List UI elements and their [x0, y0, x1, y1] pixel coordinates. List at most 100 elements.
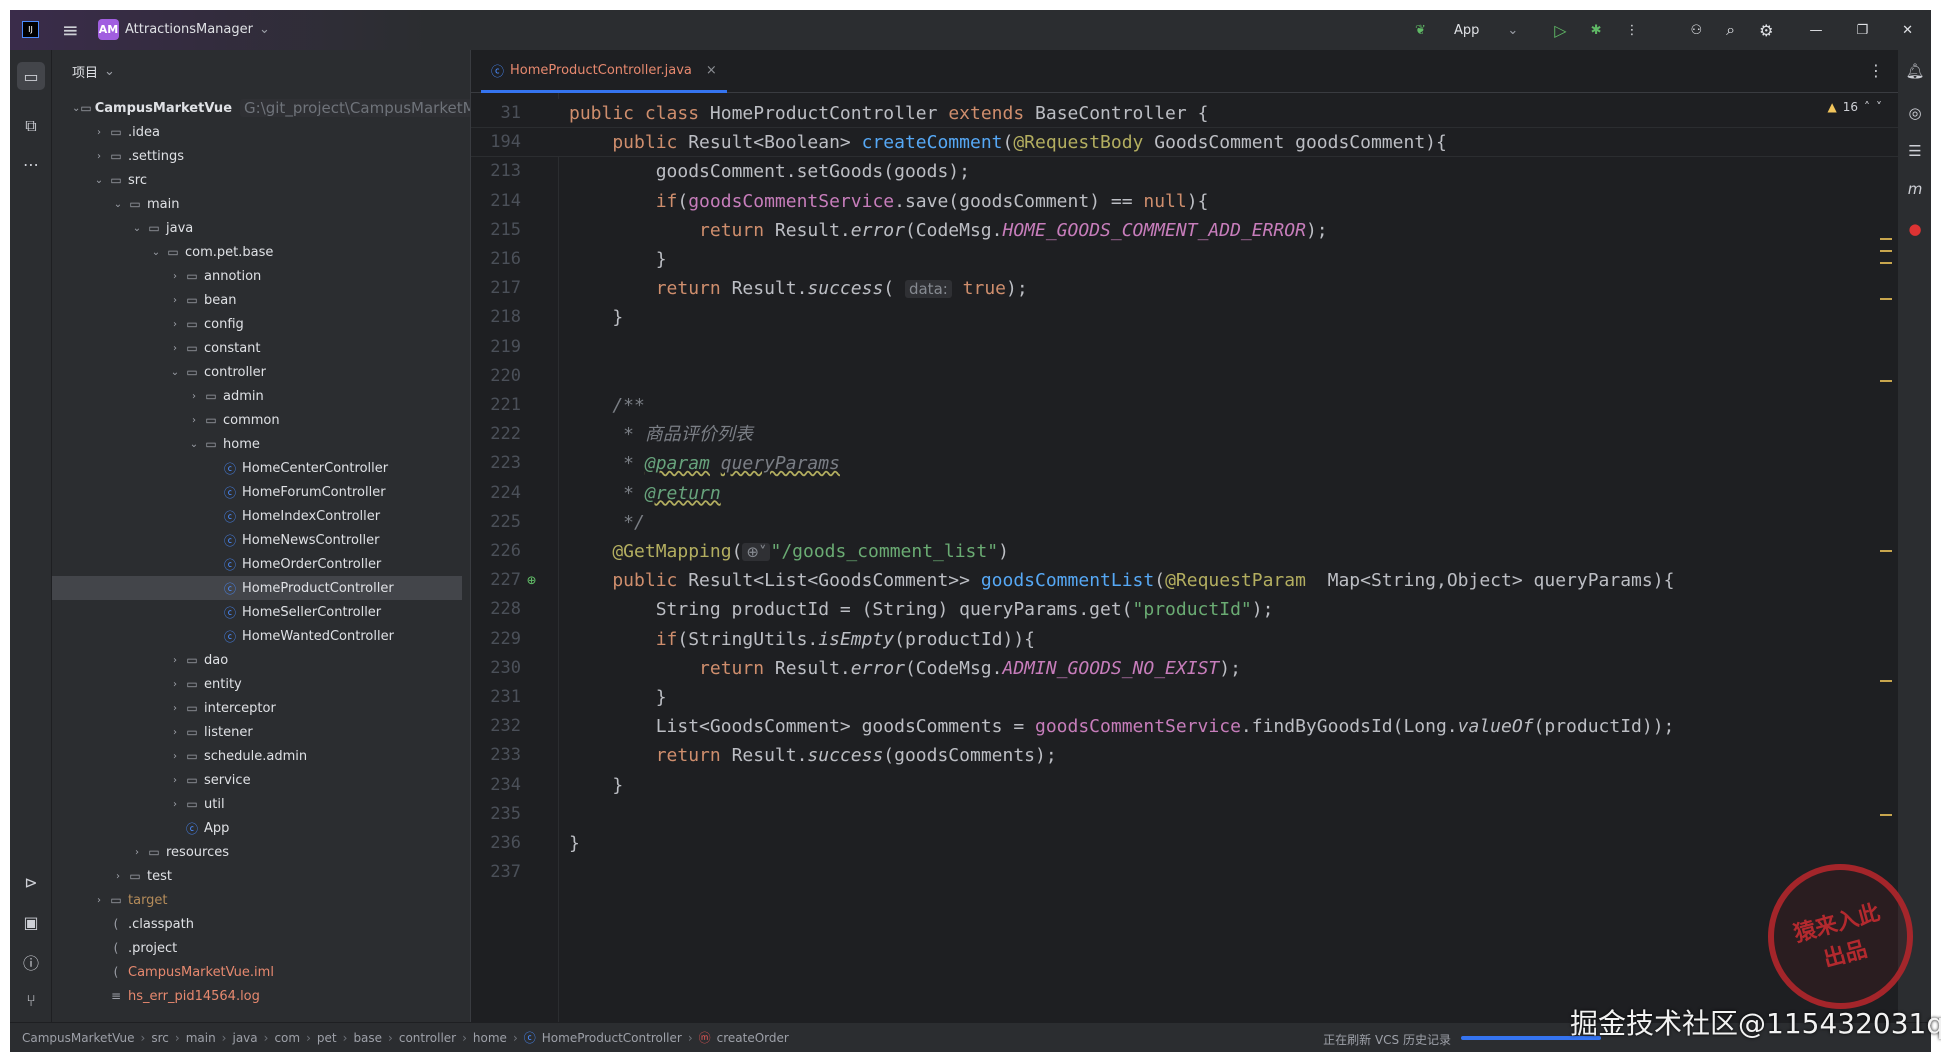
tree-item[interactable]: › ▭ constant [52, 336, 462, 360]
tree-item[interactable]: ⓒ App [52, 816, 462, 840]
problems-icon[interactable]: ⓘ [17, 948, 45, 976]
tree-item[interactable]: ⌄ ▭ com.pet.base [52, 240, 462, 264]
chevron-down-icon[interactable]: ⌄ [148, 247, 164, 258]
chevron-down-icon[interactable]: ⌄ [129, 223, 145, 234]
tree-item[interactable]: ⓒ HomeProductController [52, 576, 462, 600]
tree-item[interactable]: › ▭ .idea [52, 120, 462, 144]
breadcrumb-item[interactable]: com [274, 1031, 300, 1045]
chevron-right-icon[interactable]: › [167, 271, 183, 282]
chevron-right-icon[interactable]: › [167, 799, 183, 810]
run-icon[interactable]: ▷ [1554, 21, 1566, 40]
tree-item[interactable]: ≡ hs_err_pid14564.log [52, 984, 462, 1008]
tree-item[interactable]: › ▭ service [52, 768, 462, 792]
structure-tool-icon[interactable]: ⧉ [17, 112, 45, 140]
tab-options-icon[interactable]: ⋮ [1868, 61, 1884, 80]
previous-highlight-icon[interactable]: ˄ [1864, 100, 1870, 114]
chevron-right-icon[interactable]: › [167, 703, 183, 714]
scroll-marker[interactable] [1880, 298, 1892, 300]
tree-item[interactable]: ⌄ ▭ java [52, 216, 462, 240]
chevron-down-icon[interactable]: ⌄ [91, 175, 107, 186]
close-tab-icon[interactable]: × [706, 63, 717, 78]
scroll-marker[interactable] [1880, 250, 1892, 252]
tree-item[interactable]: ⓒ HomeOrderController [52, 552, 462, 576]
chevron-right-icon[interactable]: › [186, 391, 202, 402]
scroll-marker[interactable] [1880, 680, 1892, 682]
tab-home-product-controller[interactable]: ⓒ HomeProductController.java × [481, 50, 727, 93]
chevron-right-icon[interactable]: › [91, 127, 107, 138]
chevron-right-icon[interactable]: › [129, 847, 145, 858]
tree-item[interactable]: ⓒ HomeSellerController [52, 600, 462, 624]
tree-item[interactable]: › ▭ resources [52, 840, 462, 864]
restore-button[interactable]: ❐ [1856, 23, 1868, 38]
tree-item[interactable]: › ▭ config [52, 312, 462, 336]
tree-item[interactable]: › ▭ .settings [52, 144, 462, 168]
tree-item[interactable]: (.classpath [52, 912, 462, 936]
tree-item[interactable]: ⓒ HomeIndexController [52, 504, 462, 528]
breadcrumb-item[interactable]: java [232, 1031, 257, 1045]
debug-icon[interactable]: ✱ [1591, 23, 1602, 38]
services-icon[interactable]: ⊳ [17, 868, 45, 896]
ai-assistant-icon[interactable]: ◎ [1902, 100, 1928, 126]
chevron-right-icon[interactable]: › [167, 775, 183, 786]
tree-item[interactable]: › ▭ bean [52, 288, 462, 312]
project-tool-icon[interactable]: ▭ [17, 62, 45, 90]
tree-item[interactable]: › ▭ test [52, 864, 462, 888]
tree-item[interactable]: ⌄ ▭ src [52, 168, 462, 192]
maven-icon[interactable]: m [1902, 176, 1928, 202]
tree-item[interactable]: ⓒ HomeCenterController [52, 456, 462, 480]
tree-item[interactable]: ⓒ HomeForumController [52, 480, 462, 504]
run-config-selector[interactable]: ❦ App ⌄ [1403, 23, 1530, 38]
main-menu-icon[interactable]: ≡ [62, 18, 79, 42]
tree-item[interactable]: ⓒ HomeWantedController [52, 624, 462, 648]
tree-item[interactable]: › ▭ common [52, 408, 462, 432]
tree-item[interactable]: › ▭ interceptor [52, 696, 462, 720]
breadcrumb-item[interactable]: base [353, 1031, 382, 1045]
tree-item[interactable]: ⌄ ▭ CampusMarketVue G:\git_project\CampusMa… [52, 96, 558, 120]
tree-item[interactable]: › ▭ listener [52, 720, 462, 744]
tree-item[interactable]: › ▭ schedule.admin [52, 744, 462, 768]
git-icon[interactable]: ⑂ [17, 986, 45, 1014]
intellij-logo-icon[interactable]: IJ [22, 21, 39, 38]
chevron-down-icon[interactable]: ⌄ [110, 199, 126, 210]
tree-item[interactable]: ⓒ HomeNewsController [52, 528, 462, 552]
tree-item[interactable]: (.project [52, 936, 462, 960]
next-highlight-icon[interactable]: ˅ [1876, 100, 1882, 114]
plugin-icon[interactable]: ● [1902, 216, 1928, 242]
search-icon[interactable]: ⌕ [1726, 20, 1735, 40]
chevron-right-icon[interactable]: › [167, 751, 183, 762]
terminal-icon[interactable]: ▣ [17, 908, 45, 936]
project-panel-header[interactable]: 项目 ⌄ [52, 50, 470, 92]
chevron-right-icon[interactable]: › [91, 895, 107, 906]
scroll-marker[interactable] [1880, 238, 1892, 240]
chevron-right-icon[interactable]: › [167, 295, 183, 306]
breadcrumb-item[interactable]: home [473, 1031, 507, 1045]
database-icon[interactable]: ☰ [1902, 138, 1928, 164]
chevron-right-icon[interactable]: › [167, 319, 183, 330]
chevron-right-icon[interactable]: › [110, 871, 126, 882]
tree-item[interactable]: › ▭ target [52, 888, 462, 912]
tree-item[interactable]: ⌄ ▭ main [52, 192, 462, 216]
tree-item[interactable]: ⌄ ▭ controller [52, 360, 462, 384]
endpoint-gutter-icon[interactable]: ⊕ [527, 566, 536, 595]
tree-item[interactable]: › ▭ util [52, 792, 462, 816]
more-actions-icon[interactable]: ⋮ [1625, 23, 1638, 38]
notifications-icon[interactable]: 🔔︎ [1902, 58, 1928, 84]
inspection-widget[interactable]: ▲ 16 ˄ ˅ [1827, 100, 1882, 114]
chevron-right-icon[interactable]: › [186, 415, 202, 426]
chevron-right-icon[interactable]: › [167, 343, 183, 354]
breadcrumb-item[interactable]: controller [399, 1031, 456, 1045]
breadcrumb-item[interactable]: HomeProductController [542, 1031, 682, 1045]
scroll-marker[interactable] [1880, 550, 1892, 552]
tree-item[interactable]: › ▭ dao [52, 648, 462, 672]
tree-item[interactable]: › ▭ annotion [52, 264, 462, 288]
chevron-right-icon[interactable]: › [167, 655, 183, 666]
settings-icon[interactable]: ⚙ [1759, 21, 1773, 40]
chevron-down-icon[interactable]: ⌄ [167, 367, 183, 378]
scroll-marker[interactable] [1880, 380, 1892, 382]
chevron-right-icon[interactable]: › [167, 679, 183, 690]
tree-item[interactable]: (CampusMarketVue.iml [52, 960, 462, 984]
chevron-right-icon[interactable]: › [91, 151, 107, 162]
project-switcher[interactable]: AM AttractionsManager ⌄ [98, 19, 270, 40]
chevron-down-icon[interactable]: ⌄ [72, 103, 80, 114]
scroll-marker[interactable] [1880, 262, 1892, 264]
